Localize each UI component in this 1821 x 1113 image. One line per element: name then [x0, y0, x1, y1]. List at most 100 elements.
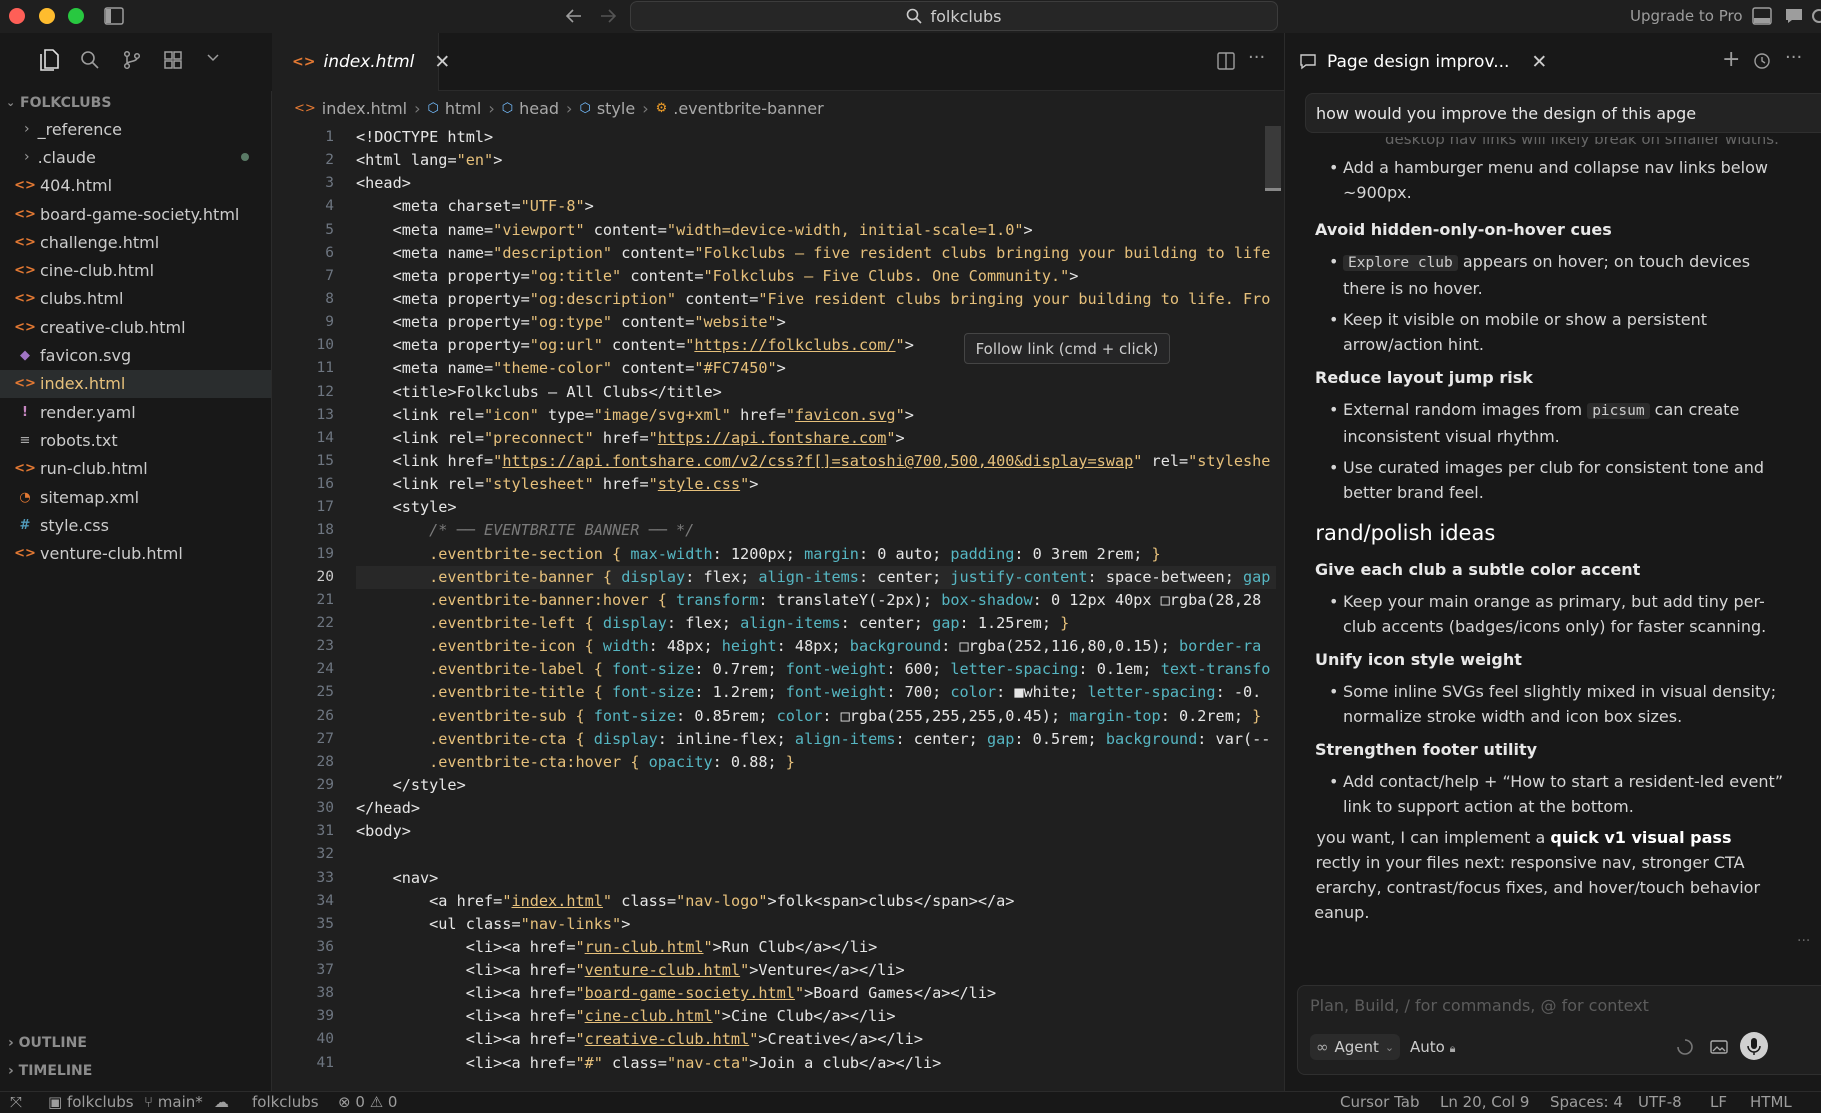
code-line[interactable]: <body> — [356, 820, 1276, 843]
window-maximize-button[interactable] — [68, 8, 84, 24]
file-item[interactable]: ◆ favicon.svg — [0, 341, 271, 369]
code-line[interactable]: <ul class="nav-links"> — [356, 913, 1276, 936]
file-item[interactable]: <> cine-club.html — [0, 256, 271, 284]
search-icon[interactable] — [80, 50, 100, 70]
cursor-tab-status[interactable]: Cursor Tab — [1340, 1093, 1419, 1111]
code-link[interactable]: https://folkclubs.com/ — [694, 336, 895, 354]
code-line[interactable]: .eventbrite-sub { font-size: 0.85rem; co… — [356, 705, 1276, 728]
agent-mode-dropdown[interactable]: ∞ Agent ⌄ — [1310, 1034, 1400, 1060]
code-line[interactable] — [356, 843, 1276, 866]
code-line[interactable]: <li><a href="run-club.html">Run Club</a>… — [356, 936, 1276, 959]
code-line[interactable]: <li><a href="creative-club.html">Creativ… — [356, 1028, 1276, 1051]
tab-index-html[interactable]: <> index.html ✕ — [272, 33, 450, 91]
branch-status[interactable]: ⑂ main* — [144, 1093, 203, 1111]
code-line[interactable]: <style> — [356, 496, 1276, 519]
code-line[interactable]: </style> — [356, 774, 1276, 797]
close-icon[interactable]: ✕ — [1531, 51, 1547, 73]
project-header[interactable]: ⌄ FOLKCLUBS — [6, 91, 111, 115]
code-line[interactable]: <link rel="stylesheet" href="style.css"> — [356, 473, 1276, 496]
editor-scrollbar-thumb[interactable] — [1265, 126, 1281, 188]
language-mode[interactable]: HTML — [1750, 1093, 1792, 1111]
code-link[interactable]: index.html — [511, 892, 602, 910]
extensions-icon[interactable] — [163, 50, 183, 70]
encoding-status[interactable]: UTF-8 — [1638, 1093, 1682, 1111]
file-item[interactable]: › .claude — [0, 143, 271, 171]
code-area[interactable]: <!DOCTYPE html> <html lang="en"> <head> <m… — [356, 126, 1276, 1075]
file-item[interactable]: <> 404.html — [0, 172, 271, 200]
code-link[interactable]: venture-club.html — [585, 961, 740, 979]
code-line[interactable]: <li><a href="#" class="nav-cta">Join a c… — [356, 1052, 1276, 1075]
code-line[interactable]: <li><a href="cine-club.html">Cine Club</… — [356, 1005, 1276, 1028]
code-link[interactable]: run-club.html — [585, 938, 704, 956]
file-item[interactable]: › _reference — [0, 115, 271, 143]
more-actions-icon[interactable]: ··· — [1248, 47, 1265, 68]
source-control-icon[interactable] — [122, 50, 142, 70]
code-line[interactable]: <meta name="viewport" content="width=dev… — [356, 219, 1276, 242]
file-item[interactable]: <> creative-club.html — [0, 313, 271, 341]
eol-status[interactable]: LF — [1710, 1093, 1727, 1111]
breadcrumb-item[interactable]: index.html — [322, 99, 407, 118]
code-link[interactable]: board-game-society.html — [585, 984, 795, 1002]
chat-tab[interactable]: Page design improv... ✕ — [1285, 33, 1547, 91]
code-line[interactable]: .eventbrite-banner:hover { transform: tr… — [356, 589, 1276, 612]
code-line[interactable]: <a href="index.html" class="nav-logo">fo… — [356, 890, 1276, 913]
model-auto-selector[interactable]: Auto 🔒︎ — [1410, 1038, 1455, 1056]
code-line[interactable]: <head> — [356, 172, 1276, 195]
code-line[interactable]: /* ── EVENTBRITE BANNER ── */ — [356, 519, 1276, 542]
code-line[interactable]: <meta charset="UTF-8"> — [356, 195, 1276, 218]
cursor-position[interactable]: Ln 20, Col 9 — [1440, 1093, 1529, 1111]
code-line[interactable]: <link rel="icon" type="image/svg+xml" hr… — [356, 404, 1276, 427]
code-link[interactable]: favicon.svg — [795, 406, 896, 424]
code-line[interactable]: <meta property="og:description" content=… — [356, 288, 1276, 311]
files-icon[interactable] — [38, 48, 60, 72]
chat-input-box[interactable]: Plan, Build, / for commands, @ for conte… — [1297, 985, 1821, 1075]
code-line[interactable]: </head> — [356, 797, 1276, 820]
code-line[interactable]: .eventbrite-cta:hover { opacity: 0.88; } — [356, 751, 1276, 774]
file-item[interactable]: # style.css — [0, 511, 271, 539]
breadcrumb-item[interactable]: .eventbrite-banner — [673, 99, 823, 118]
file-item[interactable]: ◔ sitemap.xml — [0, 483, 271, 511]
command-center-search[interactable]: folkclubs — [630, 1, 1278, 31]
outline-section[interactable]: › OUTLINE — [8, 1035, 87, 1051]
remote-icon[interactable]: ⤧ — [10, 1093, 22, 1111]
toggle-sidebar-icon[interactable] — [104, 7, 124, 25]
window-minimize-button[interactable] — [39, 8, 55, 24]
workspace-status[interactable]: ▣ folkclubs — [48, 1093, 134, 1111]
indentation-status[interactable]: Spaces: 4 — [1550, 1093, 1623, 1111]
file-item[interactable]: <> challenge.html — [0, 228, 271, 256]
code-line[interactable]: <link rel="preconnect" href="https://api… — [356, 427, 1276, 450]
microphone-button[interactable] — [1740, 1032, 1768, 1060]
code-link[interactable]: https://api.fontshare.com/v2/css?f[]=sat… — [502, 452, 1133, 470]
file-item[interactable]: <> board-game-society.html — [0, 200, 271, 228]
code-line[interactable]: <nav> — [356, 867, 1276, 890]
code-line[interactable]: <!DOCTYPE html> — [356, 126, 1276, 149]
back-arrow-icon[interactable] — [564, 7, 584, 25]
code-link[interactable]: creative-club.html — [585, 1030, 750, 1048]
code-link[interactable]: https://api.fontshare.com — [658, 429, 887, 447]
file-item[interactable]: <> venture-club.html — [0, 539, 271, 567]
code-line[interactable]: .eventbrite-section { max-width: 1200px;… — [356, 543, 1276, 566]
file-item[interactable]: <> clubs.html — [0, 285, 271, 313]
file-item[interactable]: ≡ robots.txt — [0, 426, 271, 454]
remote-label[interactable]: folkclubs — [252, 1093, 319, 1111]
chat-bubble-icon[interactable] — [1784, 7, 1804, 25]
code-line[interactable]: .eventbrite-banner { display: flex; alig… — [356, 565, 1276, 589]
close-icon[interactable]: ✕ — [434, 51, 450, 73]
history-icon[interactable] — [1753, 52, 1771, 70]
code-line[interactable]: <html lang="en"> — [356, 149, 1276, 172]
code-line[interactable]: .eventbrite-label { font-size: 0.7rem; f… — [356, 658, 1276, 681]
code-line[interactable]: <li><a href="board-game-society.html">Bo… — [356, 982, 1276, 1005]
settings-gear-icon[interactable] — [1808, 7, 1821, 25]
code-line[interactable]: <link href="https://api.fontshare.com/v2… — [356, 450, 1276, 473]
more-icon[interactable]: ··· — [1797, 933, 1810, 949]
code-link[interactable]: cine-club.html — [585, 1007, 713, 1025]
toggle-panel-icon[interactable] — [1752, 7, 1772, 25]
code-line[interactable]: <li><a href="venture-club.html">Venture<… — [356, 959, 1276, 982]
problems-status[interactable]: ⊗ 0 ⚠ 0 — [338, 1093, 397, 1111]
breadcrumb-item[interactable]: head — [519, 99, 559, 118]
new-chat-icon[interactable]: + — [1722, 47, 1740, 72]
code-line[interactable]: .eventbrite-title { font-size: 1.2rem; f… — [356, 681, 1276, 704]
code-line[interactable]: <meta property="og:title" content="Folkc… — [356, 265, 1276, 288]
file-item[interactable]: <> index.html — [0, 369, 271, 398]
split-editor-icon[interactable] — [1217, 52, 1235, 70]
